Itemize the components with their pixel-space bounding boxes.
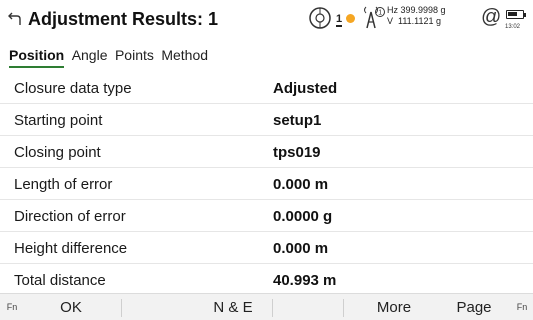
tab-points[interactable]: Points	[115, 47, 154, 66]
softkey-divider	[121, 299, 122, 317]
n-e-button[interactable]: N & E	[186, 294, 280, 320]
title-bar: Adjustment Results: 1 1 1 Hz 399.9998 g …	[0, 0, 533, 40]
fn-left-button[interactable]: Fn	[2, 294, 22, 320]
list-item[interactable]: Total distance 40.993 m	[0, 264, 533, 289]
row-value: Adjusted	[273, 80, 338, 97]
row-label: Height difference	[14, 240, 128, 257]
row-label: Direction of error	[14, 208, 126, 225]
row-value: tps019	[273, 144, 321, 161]
battery-icon[interactable]	[506, 10, 524, 19]
sun-icon	[346, 14, 355, 23]
more-button[interactable]: More	[346, 294, 442, 320]
battery-tip	[524, 13, 526, 17]
tab-position[interactable]: Position	[9, 47, 65, 68]
v-reading: V 111.1121 g	[387, 16, 442, 26]
softkey-bar: Fn OK N & E More Page Fn	[0, 293, 533, 320]
status-bar: 1 1 Hz 399.9998 g V 111.1121 g @ 13:02	[308, 4, 533, 36]
row-value: 0.000 m	[273, 240, 329, 257]
row-label: Closure data type	[14, 80, 132, 97]
antenna-icon[interactable]: 1	[363, 6, 385, 30]
row-value: 0.0000 g	[273, 208, 333, 225]
tab-strip: Position Angle Points Method	[9, 47, 211, 69]
back-arrow-icon[interactable]	[7, 10, 23, 28]
row-value: 40.993 m	[273, 272, 337, 289]
tab-angle[interactable]: Angle	[72, 47, 108, 66]
tab-method[interactable]: Method	[161, 47, 208, 66]
list-item[interactable]: Direction of error 0.0000 g	[0, 200, 533, 232]
list-item[interactable]: Starting point setup1	[0, 104, 533, 136]
row-value: setup1	[273, 112, 322, 129]
list-item[interactable]: Closing point tps019	[0, 136, 533, 168]
list-item[interactable]: Length of error 0.000 m	[0, 168, 533, 200]
clock-time: 13:02	[505, 24, 521, 30]
row-label: Closing point	[14, 144, 101, 161]
row-value: 0.000 m	[273, 176, 329, 193]
fn-right-button[interactable]: Fn	[513, 294, 531, 320]
softkey-divider	[272, 299, 273, 317]
results-list[interactable]: Closure data type Adjusted Starting poin…	[0, 72, 533, 289]
prism-target-icon[interactable]	[308, 6, 332, 30]
row-label: Length of error	[14, 176, 113, 193]
row-label: Total distance	[14, 272, 106, 289]
list-item[interactable]: Closure data type Adjusted	[0, 72, 533, 104]
hz-reading: Hz 399.9998 g	[387, 5, 446, 15]
ok-button[interactable]: OK	[24, 294, 118, 320]
list-item[interactable]: Height difference 0.000 m	[0, 232, 533, 264]
at-sign-icon[interactable]: @	[481, 6, 501, 29]
angle-readout[interactable]: Hz 399.9998 g V 111.1121 g	[387, 5, 446, 27]
face-number[interactable]: 1	[336, 14, 343, 27]
row-label: Starting point	[14, 112, 103, 129]
page-title: Adjustment Results: 1	[28, 9, 219, 29]
softkey-divider	[343, 299, 344, 317]
antenna-index: 1	[378, 10, 382, 17]
page-button[interactable]: Page	[436, 294, 512, 320]
